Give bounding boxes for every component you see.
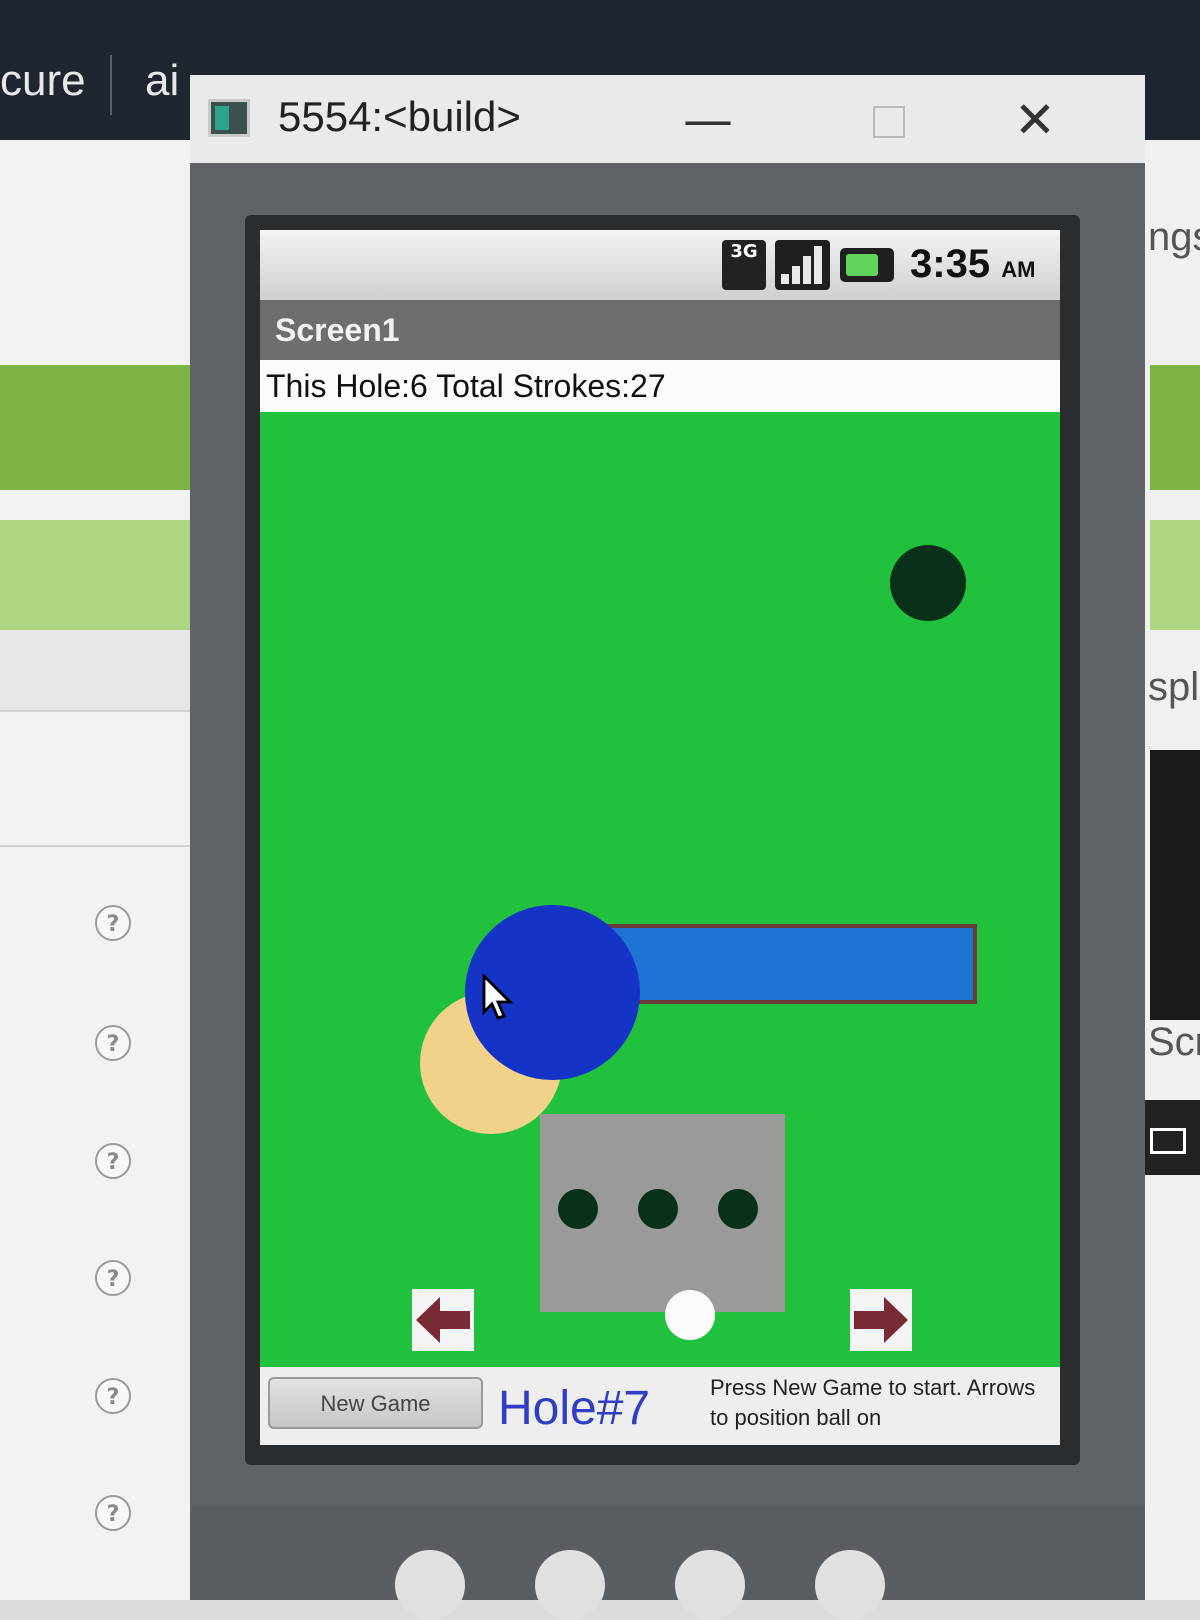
tee-marker-dot [558, 1189, 598, 1229]
instructions-text: Press New Game to start. Arrows to posit… [710, 1375, 1036, 1430]
bottom-control-bar: New Game Hole#7 Press New Game to start.… [260, 1367, 1060, 1445]
window-titlebar[interactable]: 5554:<build> — ✕ [190, 75, 1145, 163]
golf-course-canvas[interactable] [260, 412, 1060, 1367]
left-arrow-icon [416, 1297, 470, 1343]
help-icon[interactable]: ? [95, 1025, 131, 1061]
status-time: 3:35 AM [910, 242, 1036, 286]
background-divider [0, 710, 190, 712]
mouse-cursor-icon [482, 974, 514, 1020]
background-text-fragment: ngs [1148, 215, 1200, 259]
background-green-row [0, 365, 190, 490]
background-right-box-icon [1150, 1128, 1186, 1154]
tee-marker-dot [638, 1189, 678, 1229]
emulator-bottom-strip [190, 1505, 1145, 1600]
help-icon[interactable]: ? [95, 1143, 131, 1179]
device-frame: 3G 3:35 AM Screen1 This Hole:6 Total Str… [245, 215, 1080, 1465]
background-text-fragment: Scr [1148, 1020, 1200, 1064]
close-button[interactable]: ✕ [1000, 85, 1070, 155]
background-grey-row [0, 630, 190, 710]
battery-icon [840, 248, 894, 282]
background-text-fragment: spl [1148, 665, 1200, 709]
network-3g-icon: 3G [722, 240, 766, 290]
tee-marker-dot [718, 1189, 758, 1229]
background-left-panel [0, 140, 190, 1600]
tee-box [540, 1114, 785, 1312]
background-right-light-green-row [1150, 520, 1200, 630]
app-title-bar: Screen1 [260, 300, 1060, 360]
hardware-key[interactable] [535, 1550, 605, 1620]
left-arrow-button[interactable] [412, 1289, 474, 1351]
hole-number-label: Hole#7 [498, 1382, 651, 1435]
signal-strength-icon [775, 240, 830, 290]
tab-fragment[interactable]: cure [0, 56, 86, 106]
background-divider [0, 845, 190, 847]
white-ball[interactable] [665, 1290, 715, 1340]
new-game-button[interactable]: New Game [268, 1377, 483, 1429]
score-label: This Hole:6 Total Strokes:27 [260, 360, 1060, 412]
tab-fragment-ai[interactable]: ai [145, 56, 179, 106]
device-screen: 3G 3:35 AM Screen1 This Hole:6 Total Str… [260, 230, 1060, 1445]
minimize-button[interactable]: — [673, 85, 743, 155]
help-icon[interactable]: ? [95, 905, 131, 941]
emulator-app-icon [208, 99, 250, 137]
right-arrow-icon [854, 1297, 908, 1343]
emulator-window: 5554:<build> — ✕ 3G 3:35 AM Screen1 This… [190, 75, 1145, 1620]
help-icon[interactable]: ? [95, 1495, 131, 1531]
tab-separator [110, 55, 112, 115]
hardware-key[interactable] [675, 1550, 745, 1620]
background-light-green-row [0, 520, 190, 630]
right-arrow-button[interactable] [850, 1289, 912, 1351]
hardware-key[interactable] [815, 1550, 885, 1620]
window-title: 5554:<build> [278, 93, 521, 140]
goal-hole [890, 545, 966, 621]
hardware-key[interactable] [395, 1550, 465, 1620]
background-right-dark-block [1150, 750, 1200, 1020]
help-icon[interactable]: ? [95, 1260, 131, 1296]
background-right-green-row [1150, 365, 1200, 490]
maximize-button[interactable] [873, 106, 905, 138]
status-bar: 3G 3:35 AM [260, 230, 1060, 300]
water-hazard-bar [605, 924, 977, 1004]
help-icon[interactable]: ? [95, 1378, 131, 1414]
